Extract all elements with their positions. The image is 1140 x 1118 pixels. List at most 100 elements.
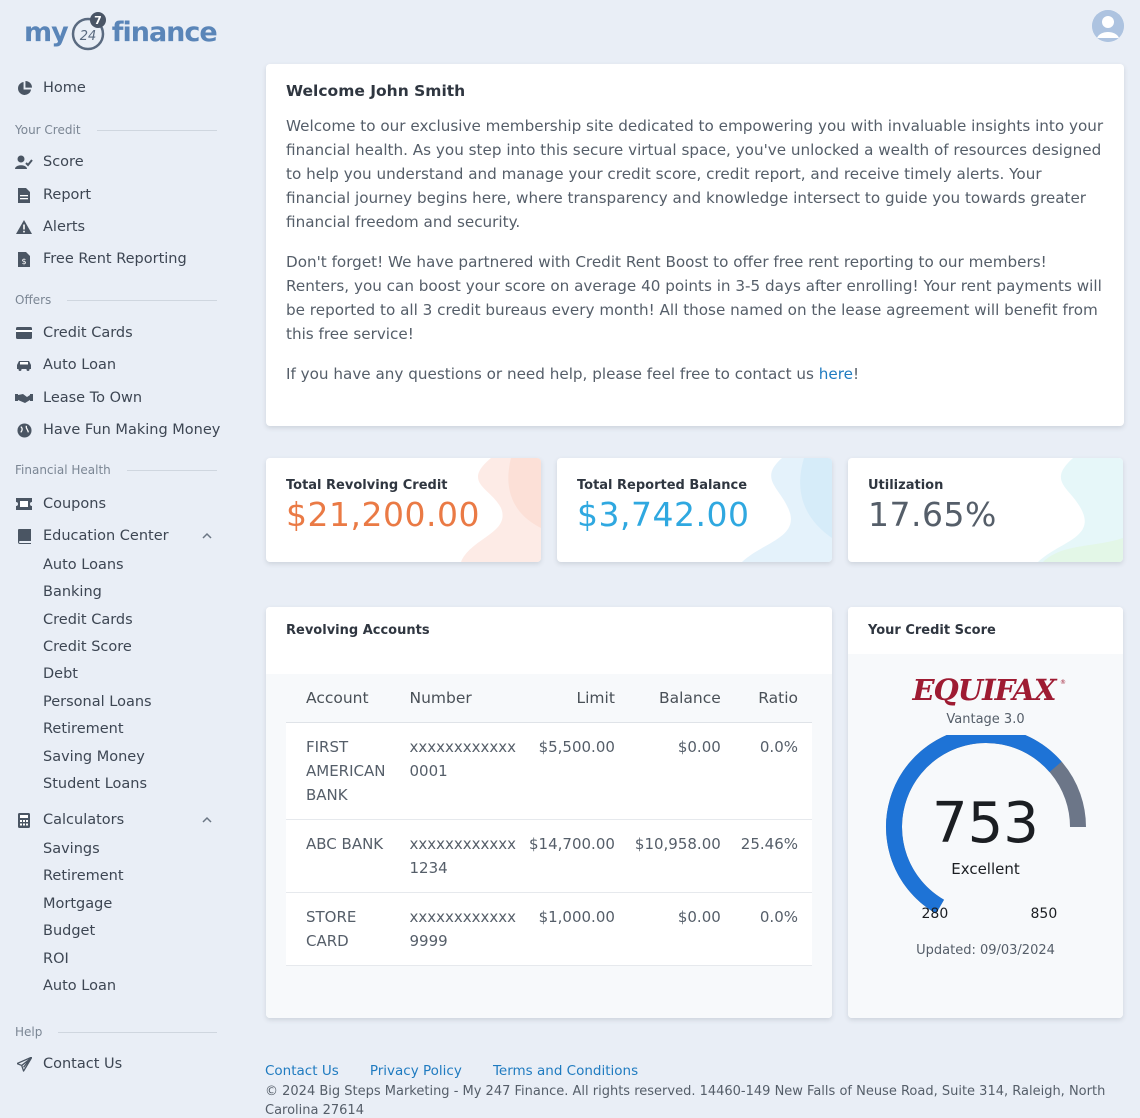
ticket-icon [15,495,33,513]
education-sub-item[interactable]: Retirement [43,721,124,737]
brand-logo[interactable]: my 7 24 finance [24,10,218,54]
score-gauge: 753 Excellent 280 850 [876,735,1096,925]
card-title: Revolving Accounts [266,607,832,654]
score-max: 850 [1030,906,1058,922]
card-title: Your Credit Score [848,607,1123,654]
calculator-sub-item[interactable]: Retirement [43,868,124,884]
stat-value: $21,200.00 [286,495,480,534]
account-name: STORE CARD [286,892,406,966]
score-model: Vantage 3.0 [946,712,1025,727]
table-row: STORE CARD xxxxxxxxxxxx 9999 $1,000.00 $… [286,892,812,966]
table-row: FIRST AMERICAN BANK xxxxxxxxxxxx 0001 $5… [286,722,812,820]
sidebar-item-label: Calculators [43,812,125,828]
stat-total-reported-balance: Total Reported Balance $3,742.00 [557,458,832,562]
svg-text:7: 7 [94,14,102,27]
sidebar-item-coupons[interactable]: Coupons [15,492,106,516]
sidebar-item-label: Coupons [43,496,107,512]
calculator-sub-item[interactable]: Auto Loan [43,978,116,994]
chevron-up-icon[interactable] [202,812,212,826]
education-sub-item[interactable]: Banking [43,584,102,600]
score-value: 753 [932,791,1039,856]
svg-text:®: ® [1060,679,1066,686]
education-sub-item[interactable]: Credit Score [43,639,132,655]
account-ratio: 0.0% [720,892,812,966]
education-sub-item[interactable]: Debt [43,666,78,682]
stat-utilization: Utilization 17.65% [848,458,1123,562]
sidebar-item-label: Education Center [43,528,169,544]
section-financial-health: Financial Health [15,462,217,478]
chevron-up-icon[interactable] [202,528,212,542]
sidebar-item-lease-to-own[interactable]: Lease To Own [15,386,142,410]
sidebar-item-alerts[interactable]: Alerts [15,215,85,239]
car-icon [15,356,33,374]
document-icon [15,186,33,204]
stat-title: Utilization [868,478,944,493]
revolving-accounts-card: Revolving Accounts Account Number Limit … [266,607,832,1018]
calculator-sub-item[interactable]: Savings [43,841,100,857]
footer-link-privacy[interactable]: Privacy Policy [370,1063,462,1079]
sidebar-item-label: Free Rent Reporting [43,251,187,267]
education-sub-item[interactable]: Credit Cards [43,612,133,628]
sidebar-item-education-center[interactable]: Education Center [15,524,169,548]
user-icon [1092,10,1124,42]
welcome-card: Welcome John Smith Welcome to our exclus… [266,64,1124,426]
account-name: FIRST AMERICAN BANK [286,722,406,820]
section-offers: Offers [15,292,217,308]
footer: Contact Us Privacy Policy Terms and Cond… [265,1060,1125,1118]
user-avatar[interactable] [1092,10,1124,42]
credit-card-icon [15,324,33,342]
sidebar-item-contact-us[interactable]: Contact Us [15,1052,122,1076]
calculator-sub-item[interactable]: Mortgage [43,896,112,912]
account-ratio: 0.0% [720,722,812,820]
calculator-sub-item[interactable]: Budget [43,923,95,939]
sidebar-item-label: Alerts [43,219,86,235]
paper-plane-icon [15,1055,33,1073]
score-min: 280 [921,906,949,922]
footer-link-terms[interactable]: Terms and Conditions [493,1063,638,1079]
column-header: Ratio [720,674,812,723]
book-icon [15,527,33,545]
account-ratio: 25.46% [720,819,812,893]
sidebar-item-auto-loan[interactable]: Auto Loan [15,353,116,377]
sidebar-item-score[interactable]: Score [15,150,84,174]
sidebar-item-report[interactable]: Report [15,183,91,207]
column-header: Balance [614,674,721,723]
score-updated: Updated: 09/03/2024 [916,943,1055,958]
education-sub-item[interactable]: Student Loans [43,776,147,792]
footer-copyright: © 2024 Big Steps Marketing - My 247 Fina… [265,1084,1106,1118]
sidebar-item-label: Report [43,187,92,203]
account-balance: $10,958.00 [614,819,721,893]
logo-text-my: my [24,16,69,48]
contact-here-link[interactable]: here [819,365,853,383]
account-number: xxxxxxxxxxxx 9999 [405,892,530,966]
globe-icon [15,421,33,439]
calculator-sub-item[interactable]: ROI [43,951,69,967]
section-help: Help [15,1024,217,1040]
sidebar-item-have-fun-making-money[interactable]: Have Fun Making Money [15,418,220,442]
stat-title: Total Reported Balance [577,478,748,493]
account-number: xxxxxxxxxxxx 0001 [405,722,530,820]
accounts-body: Account Number Limit Balance Ratio FIRST… [266,674,832,1018]
warning-icon [15,218,33,236]
education-sub-item[interactable]: Personal Loans [43,694,152,710]
column-header: Number [405,674,530,723]
svg-text:$: $ [21,257,26,266]
welcome-paragraph: Welcome to our exclusive membership site… [286,117,1104,231]
sidebar-item-credit-cards[interactable]: Credit Cards [15,321,133,345]
sidebar-item-label: Credit Cards [43,325,133,341]
section-your-credit: Your Credit [15,122,217,138]
accounts-table: Account Number Limit Balance Ratio FIRST… [286,674,812,966]
column-header: Limit [529,674,615,723]
svg-text:EQUIFAX: EQUIFAX [911,673,1058,707]
education-sub-item[interactable]: Saving Money [43,749,145,765]
education-sub-item[interactable]: Auto Loans [43,557,124,573]
sidebar-item-label: Score [43,154,84,170]
logo-text-finance: finance [111,16,218,48]
credit-score-card: Your Credit Score EQUIFAX ® Vantage 3.0 … [848,607,1123,1018]
sidebar-item-home[interactable]: Home [15,76,86,100]
footer-link-contact[interactable]: Contact Us [265,1063,339,1079]
sidebar-item-free-rent-reporting[interactable]: $ Free Rent Reporting [15,247,187,271]
sidebar-item-calculators[interactable]: Calculators [15,808,124,832]
help-paragraph: If you have any questions or need help, … [286,365,860,383]
welcome-title: Welcome John Smith [286,82,466,100]
